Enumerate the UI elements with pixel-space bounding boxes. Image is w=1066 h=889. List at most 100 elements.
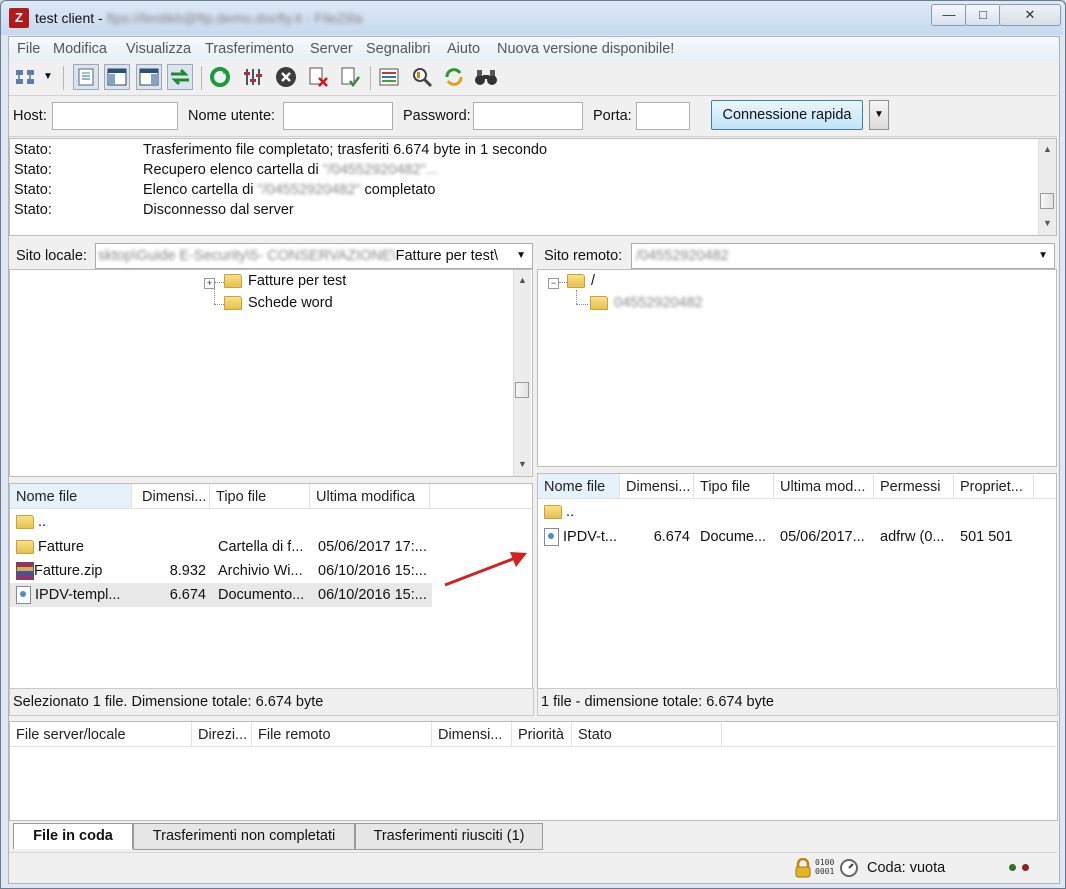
- scroll-up-icon[interactable]: ▲: [1039, 141, 1056, 157]
- remote-path-input[interactable]: /04552920482 ▼: [631, 243, 1055, 269]
- column-header-size[interactable]: Dimensi...: [620, 474, 694, 498]
- column-header-type[interactable]: Tipo file: [694, 474, 774, 498]
- title-bar: Z test client - ftps://ferdikb@ftp.demo.…: [1, 1, 1063, 35]
- collapse-icon[interactable]: −: [548, 278, 559, 289]
- list-item[interactable]: ..: [538, 500, 1038, 524]
- tree-node[interactable]: Schede word: [224, 295, 333, 311]
- tab-successful-transfers[interactable]: Trasferimenti riusciti (1): [355, 823, 543, 850]
- filter-icon[interactable]: [376, 64, 402, 90]
- toolbar: ▼: [9, 61, 1057, 96]
- chevron-down-icon[interactable]: ▼: [516, 244, 526, 268]
- close-button[interactable]: ✕: [999, 4, 1061, 26]
- log-scrollbar[interactable]: ▲ ▼: [1038, 139, 1056, 235]
- menu-file[interactable]: File: [17, 41, 40, 57]
- column-header-local-file[interactable]: File server/locale: [10, 722, 192, 746]
- toggle-local-tree-icon[interactable]: [104, 64, 130, 90]
- password-input[interactable]: [473, 102, 583, 130]
- column-header-size[interactable]: Dimensi...: [432, 722, 512, 746]
- column-header-modified[interactable]: Ultima mod...: [774, 474, 874, 498]
- log-message: Elenco cartella di "/04552920482" comple…: [143, 182, 436, 198]
- tree-connector: [214, 282, 224, 283]
- menu-trasferimento[interactable]: Trasferimento: [205, 41, 294, 57]
- scroll-thumb[interactable]: [1040, 193, 1054, 209]
- maximize-button[interactable]: □: [965, 4, 1001, 26]
- sync-browse-icon[interactable]: [441, 64, 467, 90]
- message-log: Stato: Trasferimento file completato; tr…: [9, 138, 1057, 236]
- list-item-selected[interactable]: IPDV-templ... 6.674 Documento... 06/10/2…: [10, 583, 432, 607]
- tree-connector: [559, 282, 567, 283]
- filezilla-icon: Z: [9, 8, 29, 28]
- remote-path-bar: Sito remoto: /04552920482 ▼: [537, 241, 1056, 269]
- column-header-name[interactable]: Nome file: [538, 474, 620, 498]
- quickconnect-button[interactable]: Connessione rapida: [711, 100, 863, 130]
- cancel-icon[interactable]: [273, 64, 299, 90]
- host-input[interactable]: [52, 102, 178, 130]
- menu-visualizza[interactable]: Visualizza: [126, 41, 191, 57]
- reconnect-icon[interactable]: [337, 64, 363, 90]
- column-header-owner[interactable]: Propriet...: [954, 474, 1034, 498]
- menu-aiuto[interactable]: Aiuto: [447, 41, 480, 57]
- tree-node-root[interactable]: /: [567, 273, 595, 289]
- column-header-remote-file[interactable]: File remoto: [252, 722, 432, 746]
- scroll-down-icon[interactable]: ▼: [514, 456, 531, 472]
- log-label: Stato:: [14, 182, 52, 198]
- refresh-icon[interactable]: [207, 64, 233, 90]
- site-manager-dropdown-icon[interactable]: ▼: [43, 71, 53, 82]
- toolbar-separator: [63, 66, 64, 90]
- toggle-queue-icon[interactable]: [167, 64, 193, 90]
- column-header-name[interactable]: Nome file: [10, 484, 132, 508]
- quickconnect-dropdown-icon[interactable]: ▼: [869, 100, 889, 130]
- minimize-button[interactable]: —: [931, 4, 967, 26]
- local-tree: + Fatture per test Schede word ▲ ▼: [9, 269, 533, 477]
- menu-modifica[interactable]: Modifica: [53, 41, 107, 57]
- menu-server[interactable]: Server: [310, 41, 353, 57]
- document-icon: [544, 528, 559, 547]
- chevron-down-icon[interactable]: ▼: [1038, 244, 1048, 268]
- status-bar: 0100 0001 Coda: vuota: [9, 852, 1057, 883]
- menu-new-version[interactable]: Nuova versione disponibile!: [497, 41, 674, 57]
- site-manager-icon[interactable]: [13, 64, 39, 90]
- menu-bar: File Modifica Visualizza Trasferimento S…: [9, 37, 1057, 61]
- column-header-type[interactable]: Tipo file: [210, 484, 310, 508]
- local-path-input[interactable]: sktop\Guide E-Security\5- CONSERVAZIONE\…: [95, 243, 533, 269]
- column-header-modified[interactable]: Ultima modifica: [310, 484, 430, 508]
- log-line: Stato: Recupero elenco cartella di "/045…: [12, 162, 1032, 182]
- column-header-direction[interactable]: Direzi...: [192, 722, 252, 746]
- scroll-thumb[interactable]: [515, 382, 529, 398]
- local-tree-scrollbar[interactable]: ▲ ▼: [513, 270, 531, 476]
- column-header-priority[interactable]: Priorità: [512, 722, 572, 746]
- list-item[interactable]: Fatture.zip 8.932 Archivio Wi... 06/10/2…: [10, 559, 432, 583]
- list-item[interactable]: Fatture Cartella di f... 05/06/2017 17:.…: [10, 535, 432, 559]
- tab-failed-transfers[interactable]: Trasferimenti non completati: [133, 823, 355, 850]
- column-header-permissions[interactable]: Permessi: [874, 474, 954, 498]
- remote-tree: − / 04552920482: [537, 269, 1057, 467]
- folder-icon: [224, 274, 242, 289]
- search-icon[interactable]: [473, 64, 499, 90]
- list-item[interactable]: IPDV-t... 6.674 Docume... 05/06/2017... …: [538, 525, 1038, 549]
- compare-icon[interactable]: [409, 64, 435, 90]
- tree-connector: [576, 290, 577, 304]
- toolbar-separator: [201, 66, 202, 90]
- list-item[interactable]: ..: [10, 510, 432, 534]
- log-message: Recupero elenco cartella di "/0455292048…: [143, 162, 438, 178]
- toolbar-separator: [370, 66, 371, 90]
- toggle-log-icon[interactable]: [73, 64, 99, 90]
- tab-queued-files[interactable]: File in coda: [13, 823, 133, 849]
- scroll-down-icon[interactable]: ▼: [1039, 215, 1056, 231]
- tree-node[interactable]: Fatture per test: [224, 273, 346, 289]
- column-header-status[interactable]: Stato: [572, 722, 722, 746]
- folder-icon: [16, 515, 34, 530]
- quickconnect-bar: Host: Nome utente: Password: Porta: Conn…: [9, 96, 1057, 137]
- column-header-size[interactable]: Dimensi...: [136, 484, 210, 508]
- toggle-remote-tree-icon[interactable]: [136, 64, 162, 90]
- process-queue-icon[interactable]: [240, 64, 266, 90]
- document-icon: [16, 586, 31, 605]
- disconnect-icon[interactable]: [305, 64, 331, 90]
- username-input[interactable]: [283, 102, 393, 130]
- tree-node[interactable]: 04552920482: [590, 295, 703, 311]
- speed-limit-icon: [839, 858, 859, 882]
- port-input[interactable]: [636, 102, 690, 130]
- menu-segnalibri[interactable]: Segnalibri: [366, 41, 431, 57]
- scroll-up-icon[interactable]: ▲: [514, 272, 531, 288]
- remote-status: 1 file - dimensione totale: 6.674 byte: [537, 688, 1058, 716]
